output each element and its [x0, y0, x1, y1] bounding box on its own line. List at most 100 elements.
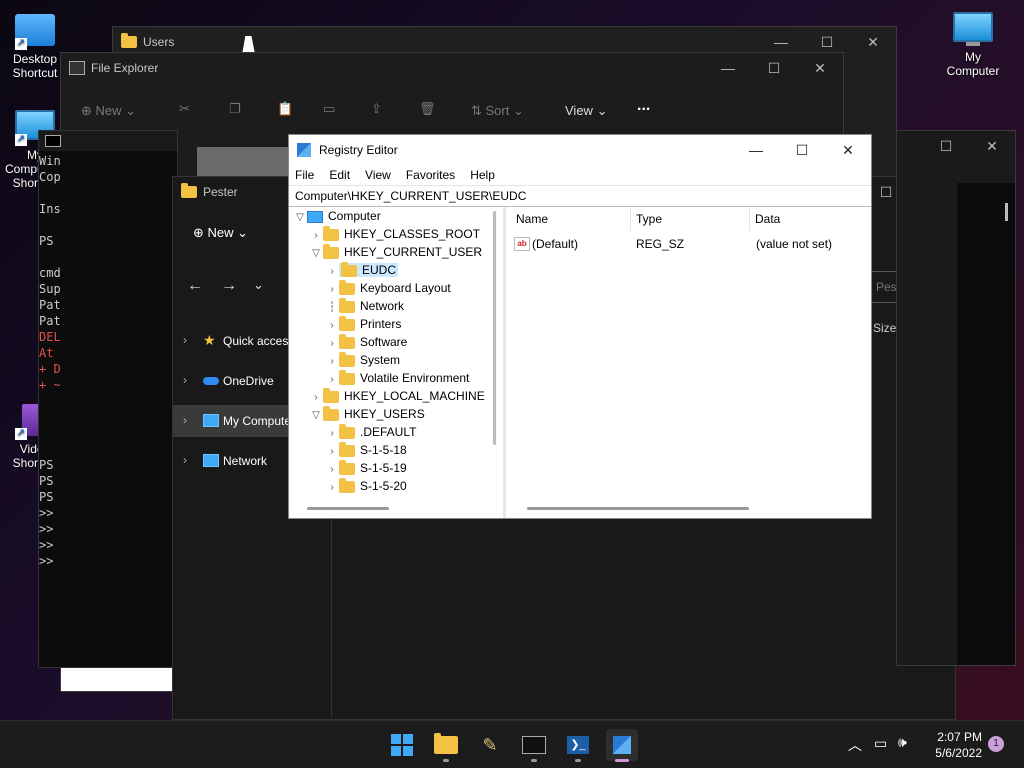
maximize-icon[interactable]: ☐	[923, 131, 969, 161]
close-icon[interactable]: ✕	[797, 53, 843, 83]
clock[interactable]: 2:07 PM 5/6/2022	[928, 729, 982, 761]
string-value-icon: ab	[514, 237, 530, 251]
registry-titlebar[interactable]: Registry Editor — ☐ ✕	[289, 135, 871, 165]
volume-icon[interactable]: 🕪	[898, 734, 907, 751]
terminal-line: >>	[39, 522, 61, 536]
terminal-line: + D	[39, 362, 61, 376]
column-separator[interactable]	[630, 207, 631, 231]
maximize-icon[interactable]: ☐	[779, 135, 825, 165]
copy-icon[interactable]: ❐	[229, 101, 241, 117]
value-type: REG_SZ	[636, 237, 685, 251]
list-horizontal-scrollbar[interactable]	[527, 507, 749, 510]
tree-horizontal-scrollbar[interactable]	[307, 507, 389, 510]
terminal-titlebar[interactable]	[39, 131, 177, 151]
tree-node-keyboard-layout[interactable]: › Keyboard Layout	[325, 279, 451, 297]
menu-help[interactable]: Help	[470, 168, 495, 182]
tree-label: Computer	[328, 209, 381, 223]
minimize-icon[interactable]: —	[733, 135, 779, 165]
terminal-line: >>	[39, 554, 61, 568]
close-icon[interactable]: ✕	[850, 27, 896, 57]
terminal-window[interactable]: Win Cop Ins PS cmd Sup Pat Pat DEL At + D + ~ P…	[38, 130, 178, 668]
tree-node-s-1-5-19[interactable]: › S-1-5-19	[325, 459, 407, 477]
new-label: New	[95, 103, 122, 118]
back-arrow-icon[interactable]: ←	[187, 277, 203, 295]
my-computer-icon[interactable]: My Computer	[938, 12, 1008, 78]
chevron-up-icon[interactable]: ︿	[848, 735, 862, 755]
network-status-icon[interactable]: ▭	[874, 735, 887, 752]
chevron-down-icon[interactable]: ▽	[309, 245, 323, 263]
tree-node-volatile-environment[interactable]: › Volatile Environment	[325, 369, 469, 387]
terminal-line: cmd	[39, 266, 61, 280]
start-button[interactable]	[386, 729, 418, 761]
terminal-line: DEL	[39, 330, 61, 344]
rename-icon[interactable]: ▭	[323, 101, 335, 117]
sort-button[interactable]: ⇅ Sort ⌄	[471, 103, 524, 119]
tree-node-computer[interactable]: ▽ Computer	[293, 207, 381, 225]
column-header-name[interactable]: Name	[516, 212, 548, 226]
address-bar[interactable]	[197, 147, 297, 179]
close-icon[interactable]: ✕	[969, 131, 1015, 161]
chevron-down-icon[interactable]: ▽	[309, 407, 323, 425]
notification-badge[interactable]: 1	[988, 736, 1004, 752]
menu-favorites[interactable]: Favorites	[406, 168, 455, 182]
delete-icon[interactable]: 🗑	[419, 101, 436, 117]
tree-vertical-scrollbar[interactable]	[493, 211, 496, 445]
minimize-icon[interactable]: —	[705, 53, 751, 83]
share-icon[interactable]: ⇪	[371, 101, 382, 117]
maximize-icon[interactable]: ☐	[751, 53, 797, 83]
terminal-line: At	[39, 346, 61, 360]
paste-icon[interactable]: 📋	[277, 101, 293, 117]
chevron-right-icon[interactable]: ›	[325, 479, 339, 497]
tree-label: S-1-5-20	[360, 479, 407, 493]
tree-label: EUDC	[362, 263, 397, 277]
new-button[interactable]: ⊕ New ⌄	[193, 225, 248, 241]
tree-label: HKEY_LOCAL_MACHINE	[344, 389, 485, 403]
chevron-down-icon[interactable]: ▽	[293, 209, 307, 227]
recent-chevron-icon[interactable]: ⌄	[253, 277, 264, 293]
feather-app-taskbar-button[interactable]: ✎	[474, 729, 506, 761]
tree-node-default[interactable]: › .DEFAULT	[325, 423, 416, 441]
menu-view[interactable]: View	[365, 168, 391, 182]
powershell-taskbar-button[interactable]: ❯_	[562, 729, 594, 762]
close-icon[interactable]: ✕	[825, 135, 871, 165]
tree-node-eudc[interactable]: › EUDC	[325, 261, 399, 279]
view-button[interactable]: View ⌄	[565, 103, 607, 119]
values-list: Name Type Data ab (Default) REG_SZ (valu…	[509, 207, 871, 518]
file-explorer-taskbar-button[interactable]	[430, 729, 462, 762]
column-header-data[interactable]: Data	[755, 212, 780, 226]
registry-editor-taskbar-button[interactable]	[606, 729, 638, 762]
terminal-line: Win	[39, 154, 61, 168]
new-label: New	[207, 225, 234, 240]
column-header-type[interactable]: Type	[636, 212, 662, 226]
tree-node-network[interactable]: ┆ Network	[325, 297, 404, 315]
black-content-area	[957, 183, 1015, 665]
cut-icon[interactable]: ✂	[179, 101, 190, 117]
tree-node-hkcr[interactable]: › HKEY_CLASSES_ROOT	[309, 225, 480, 243]
tree-node-hklm[interactable]: › HKEY_LOCAL_MACHINE	[309, 387, 485, 405]
tree-node-s-1-5-20[interactable]: › S-1-5-20	[325, 477, 407, 495]
terminal-taskbar-button[interactable]	[518, 729, 550, 762]
menu-file[interactable]: File	[295, 168, 314, 182]
size-column-header[interactable]: Size	[873, 321, 896, 335]
folder-icon	[181, 183, 197, 198]
forward-arrow-icon[interactable]: →	[221, 277, 237, 295]
column-separator[interactable]	[749, 207, 750, 231]
tree-label: System	[360, 353, 401, 367]
folder-icon	[339, 351, 355, 367]
tree-node-hku[interactable]: ▽ HKEY_USERS	[309, 405, 425, 423]
folder-icon	[339, 423, 355, 439]
tree-node-software[interactable]: › Software	[325, 333, 407, 351]
tree-label: Volatile Environment	[360, 371, 470, 385]
folder-shortcut-icon: ↗	[15, 14, 55, 50]
list-header: Name Type Data	[509, 207, 871, 231]
tree-node-hkcu[interactable]: ▽ HKEY_CURRENT_USER	[309, 243, 482, 261]
menu-edit[interactable]: Edit	[329, 168, 350, 182]
view-label: View	[565, 103, 593, 118]
tree-node-printers[interactable]: › Printers	[325, 315, 401, 333]
tree-node-system[interactable]: › System	[325, 351, 400, 369]
new-button[interactable]: ⊕ New ⌄	[81, 103, 136, 119]
more-options-button[interactable]: ...	[637, 97, 650, 115]
tree-node-s-1-5-18[interactable]: › S-1-5-18	[325, 441, 407, 459]
address-bar[interactable]: Computer\HKEY_CURRENT_USER\EUDC	[289, 185, 871, 207]
scrollbar-thumb[interactable]	[1005, 203, 1008, 221]
